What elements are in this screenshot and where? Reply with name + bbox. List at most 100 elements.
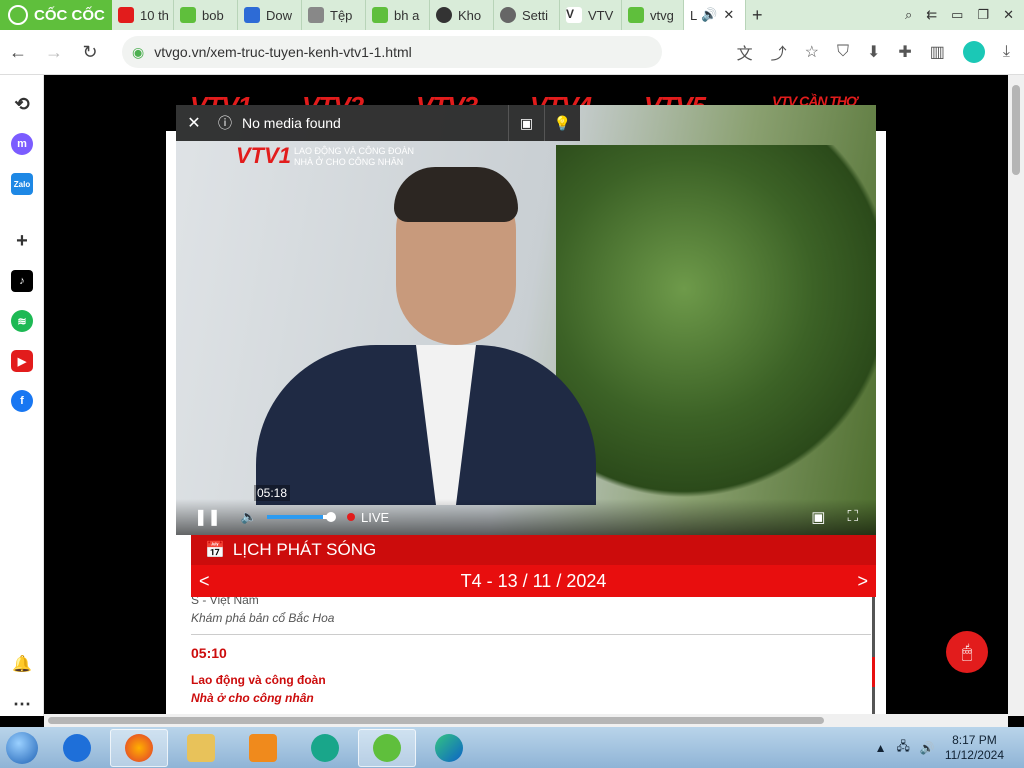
firefox-icon bbox=[125, 733, 153, 762]
media-player-icon bbox=[249, 733, 277, 762]
taskbar-media[interactable] bbox=[234, 729, 292, 767]
reload-icon[interactable]: ↻ bbox=[72, 42, 108, 63]
video-player[interactable]: VTV1 LAO ĐỘNG VÀ CÔNG ĐOÀN NHÀ Ở CHO CÔN… bbox=[176, 105, 876, 535]
program-subtitle: Nhà ở cho công nhân bbox=[191, 691, 314, 705]
mouse-icon: 🖱 bbox=[961, 641, 973, 662]
background-plant bbox=[556, 145, 876, 505]
video-controls: ❚❚ 🔈 LIVE ▣ ⛶ bbox=[176, 499, 876, 535]
clock-time: 8:17 PM bbox=[952, 732, 997, 747]
spotify-icon[interactable]: ≋ bbox=[11, 310, 33, 332]
live-label: LIVE bbox=[361, 509, 390, 525]
speaker-icon[interactable]: 🔊 bbox=[701, 7, 717, 23]
back-arrow-icon[interactable]: ← bbox=[0, 42, 36, 63]
tab-bob[interactable]: bob bbox=[174, 0, 238, 30]
tab-vtv[interactable]: V VTV bbox=[560, 0, 622, 30]
tab-youtube[interactable]: 10 th bbox=[112, 0, 174, 30]
translate-icon[interactable]: 文 bbox=[737, 40, 753, 64]
app-icon bbox=[311, 733, 339, 762]
youtube-sidebar-icon[interactable]: ▶ bbox=[11, 350, 33, 372]
new-tab-button[interactable]: + bbox=[746, 0, 774, 30]
tab-download[interactable]: Dow bbox=[238, 0, 302, 30]
next-day-button[interactable]: > bbox=[857, 571, 868, 592]
start-button[interactable] bbox=[0, 727, 44, 768]
url-field[interactable]: ◉ vtvgo.vn/xem-truc-tuyen-kenh-vtv1-1.ht… bbox=[122, 36, 662, 68]
picture-in-picture-icon[interactable]: ▣ bbox=[508, 105, 544, 141]
site-info-icon[interactable]: ◉ bbox=[132, 44, 144, 61]
more-options-icon[interactable]: ⋯ bbox=[11, 693, 33, 715]
miniplayer-icon[interactable]: ▣ bbox=[811, 508, 825, 526]
tab-search-icon[interactable]: ⌕ bbox=[905, 7, 912, 23]
bookmark-star-icon[interactable]: ☆ bbox=[805, 42, 819, 62]
messenger-icon[interactable]: m bbox=[11, 133, 33, 155]
back-to-icon[interactable]: ⇇ bbox=[926, 7, 937, 23]
savior-download-icon[interactable]: ⬇ bbox=[867, 42, 880, 62]
extension-badge-icon[interactable]: ⛉ bbox=[837, 43, 849, 61]
taskbar-firefox[interactable] bbox=[110, 728, 168, 767]
taskbar-explorer[interactable] bbox=[172, 729, 230, 767]
list-item[interactable]: S - Việt Nam Khám phá bản cổ Bắc Hoa bbox=[191, 597, 871, 635]
internet-explorer-icon bbox=[63, 733, 91, 762]
coccoc-icon bbox=[180, 7, 196, 23]
pause-icon[interactable]: ❚❚ bbox=[194, 507, 221, 527]
address-bar: ← → ↻ ◉ vtvgo.vn/xem-truc-tuyen-kenh-vtv… bbox=[0, 30, 1024, 75]
notification-bell-icon[interactable]: 🔔 bbox=[11, 653, 33, 675]
popup-close-icon[interactable]: ✕ bbox=[176, 113, 212, 133]
browser-sidebar: ⟲ m Zalo + ♪ ≋ ▶ f 🔔 ⋯ bbox=[0, 75, 44, 716]
taskbar-coccoc[interactable] bbox=[358, 728, 416, 767]
add-app-icon[interactable]: + bbox=[11, 230, 33, 252]
network-icon[interactable]: 🖧 bbox=[896, 737, 909, 758]
tiktok-icon[interactable]: ♪ bbox=[11, 270, 33, 292]
volume-slider[interactable] bbox=[267, 512, 336, 522]
downloads-icon[interactable]: ⤓ bbox=[1003, 43, 1010, 61]
coccoc-icon bbox=[628, 7, 644, 23]
lightbulb-icon[interactable]: 💡 bbox=[544, 105, 580, 141]
speaker-tray-icon[interactable]: 🔊 bbox=[920, 741, 935, 755]
schedule-scrollbar[interactable] bbox=[872, 597, 875, 716]
tab-files[interactable]: Tệp bbox=[302, 0, 366, 30]
calendar-icon: 📅 bbox=[205, 542, 225, 559]
taskbar-ie[interactable] bbox=[48, 729, 106, 767]
tab-active-live[interactable]: L 🔊 ✕ bbox=[684, 0, 746, 30]
live-dot bbox=[347, 513, 355, 521]
info-icon: ⓘ bbox=[218, 115, 232, 131]
window-close-icon[interactable]: ✕ bbox=[1003, 7, 1014, 23]
history-icon[interactable]: ⟲ bbox=[11, 93, 33, 115]
clock[interactable]: 8:17 PM 11/12/2024 bbox=[945, 733, 1004, 763]
tab-settings[interactable]: Setti bbox=[494, 0, 560, 30]
browser-logo[interactable]: CỐC CỐC bbox=[0, 0, 112, 30]
page-vertical-scrollbar[interactable] bbox=[1008, 75, 1024, 716]
tab-kho[interactable]: Kho bbox=[430, 0, 494, 30]
system-tray: ▲ 🖧 🔊 8:17 PM 11/12/2024 bbox=[875, 733, 1024, 763]
coccoc-icon bbox=[372, 7, 388, 23]
minimize-icon[interactable]: ▭ bbox=[951, 7, 963, 23]
schedule-date: T4 - 13 / 11 / 2024 bbox=[460, 570, 607, 591]
prev-day-button[interactable]: < bbox=[199, 571, 210, 592]
profile-avatar[interactable] bbox=[962, 41, 985, 63]
tab-vtvgo[interactable]: vtvg bbox=[622, 0, 684, 30]
tab-bh[interactable]: bh a bbox=[366, 0, 430, 30]
program-title: Lao động và công đoàn bbox=[191, 673, 326, 687]
sidebar-toggle-icon[interactable]: ▥ bbox=[930, 42, 945, 62]
channel-watermark: VTV1 bbox=[236, 143, 292, 168]
fullscreen-icon[interactable]: ⛶ bbox=[847, 508, 858, 526]
volume-icon[interactable]: 🔈 bbox=[241, 509, 257, 525]
maximize-icon[interactable]: ❐ bbox=[977, 7, 989, 23]
program-time: 05:10 bbox=[191, 645, 227, 661]
extensions-puzzle-icon[interactable]: ✚ bbox=[898, 42, 911, 62]
share-icon[interactable]: ⤴ bbox=[771, 40, 787, 64]
taskbar-edge[interactable] bbox=[420, 729, 478, 767]
close-tab-icon[interactable]: ✕ bbox=[723, 7, 734, 23]
mouse-helper-button[interactable]: 🖱 bbox=[946, 631, 988, 673]
url-text: vtvgo.vn/xem-truc-tuyen-kenh-vtv1-1.html bbox=[154, 44, 412, 60]
tray-expand-icon[interactable]: ▲ bbox=[875, 741, 887, 755]
taskbar-app[interactable] bbox=[296, 729, 354, 767]
list-item-current[interactable]: 05:10 Lao động và công đoàn Nhà ở cho cô… bbox=[191, 641, 871, 716]
schedule-list: S - Việt Nam Khám phá bản cổ Bắc Hoa 05:… bbox=[191, 597, 871, 716]
page-horizontal-scrollbar[interactable] bbox=[44, 714, 1008, 727]
tab-bar: CỐC CỐC 10 th bob Dow Tệp bh a Kho Setti… bbox=[0, 0, 1024, 30]
forward-arrow-icon[interactable]: → bbox=[36, 42, 72, 63]
date-navigator: < T4 - 13 / 11 / 2024 > bbox=[191, 565, 876, 597]
coccoc-taskbar-icon bbox=[373, 733, 401, 762]
facebook-icon[interactable]: f bbox=[11, 390, 33, 412]
zalo-icon[interactable]: Zalo bbox=[11, 173, 33, 195]
